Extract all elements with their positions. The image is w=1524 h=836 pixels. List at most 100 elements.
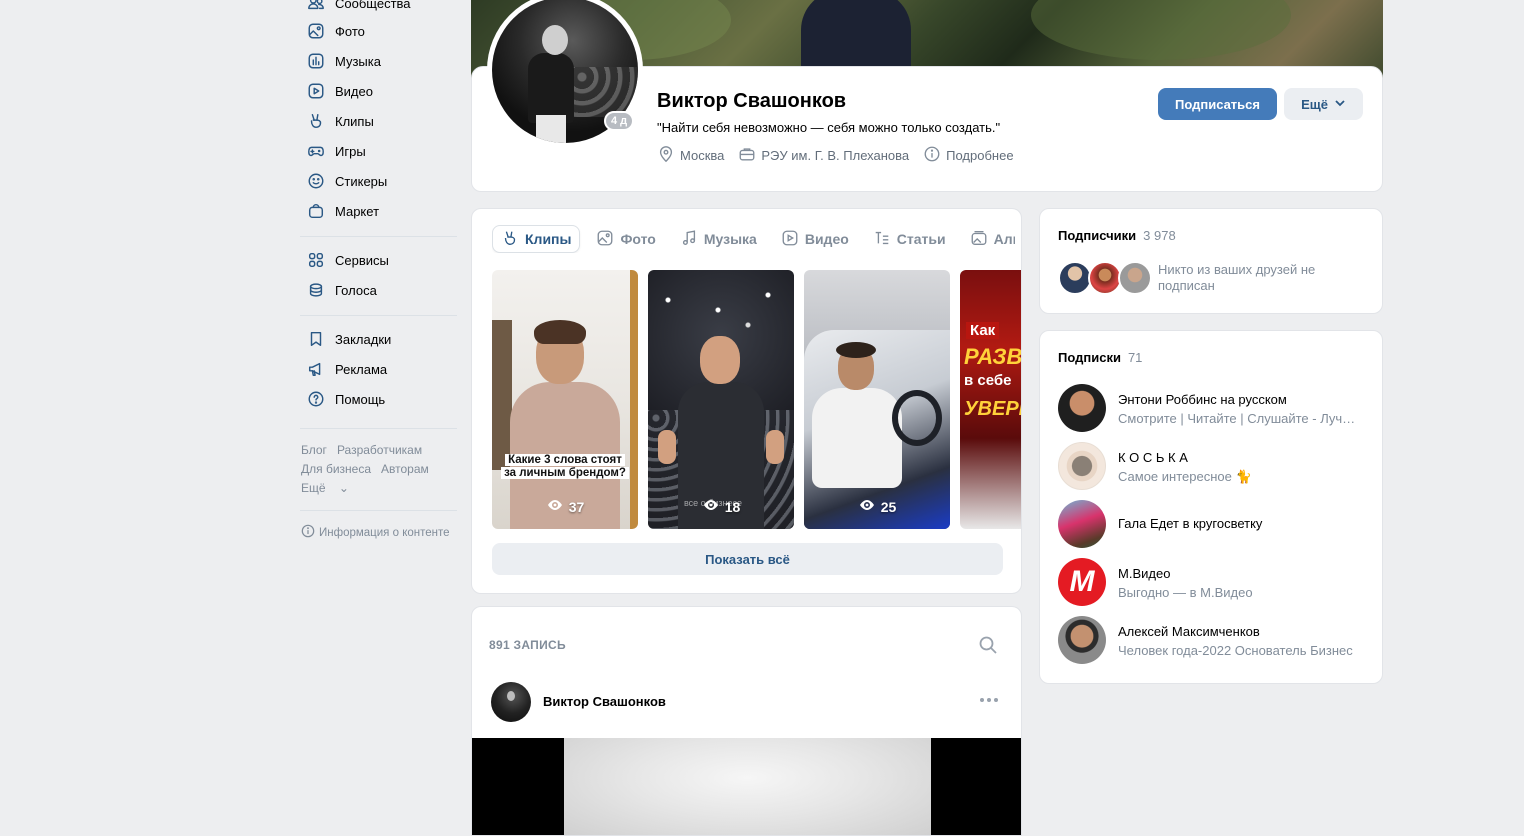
articles-icon <box>873 229 891 250</box>
tab-label: Альбомы <box>993 231 1015 247</box>
more-dots-icon[interactable] <box>980 698 998 702</box>
followings-card: Подписки 71 Энтони Роббинс на русском См… <box>1039 330 1383 684</box>
followers-title-label: Подписчики <box>1058 228 1137 243</box>
photo-icon <box>596 229 614 250</box>
footer-link-blog[interactable]: Блог <box>301 443 327 457</box>
list-item[interactable]: М М.Видео Выгодно — в М.Видео <box>1058 558 1364 606</box>
tab-music[interactable]: Музыка <box>672 225 765 253</box>
profile-meta: Москва РЭУ им. Г. В. Плеханова Подробнее <box>657 145 1014 166</box>
footer-link-business[interactable]: Для бизнеса <box>301 462 371 476</box>
communities-icon <box>306 0 326 13</box>
show-all-button[interactable]: Показать всё <box>492 543 1003 575</box>
sidebar-item-photo[interactable]: Фото <box>306 17 365 45</box>
bookmark-icon <box>306 329 326 349</box>
clip-views-count: 37 <box>568 498 585 515</box>
clip-views: 18 <box>648 498 794 515</box>
bag-icon <box>306 201 326 221</box>
tab-albums[interactable]: Альбомы <box>962 225 1015 253</box>
follower-avatar <box>1058 261 1092 295</box>
sidebar-divider <box>300 510 457 511</box>
tab-articles[interactable]: Статьи <box>865 225 954 253</box>
subscribe-button[interactable]: Подписаться <box>1158 88 1277 120</box>
sidebar-item-label: Стикеры <box>335 173 388 189</box>
group-avatar <box>1058 500 1106 548</box>
sidebar-item-services[interactable]: Сервисы <box>306 246 389 274</box>
content-info-label: Информация о контенте <box>319 526 450 539</box>
music-icon <box>306 51 326 71</box>
sidebar-item-help[interactable]: Помощь <box>306 385 385 413</box>
video-icon <box>781 229 799 250</box>
followers-note: Никто из ваших друзей не подписан <box>1158 262 1316 293</box>
info-icon <box>301 524 315 541</box>
briefcase-icon <box>738 145 756 166</box>
clip-thumbnail[interactable]: Как РАЗВИ в себе УВЕРЕН <box>960 270 1022 529</box>
clip-text: УВЕРЕН <box>964 398 1021 420</box>
list-item[interactable]: Гала Едет в кругосветку <box>1058 500 1364 548</box>
followers-card[interactable]: Подписчики 3 978 Никто из ваших друзей н… <box>1039 208 1383 314</box>
sidebar-item-music[interactable]: Музыка <box>306 47 381 75</box>
sidebar-item-bookmarks[interactable]: Закладки <box>306 325 391 353</box>
tab-label: Музыка <box>703 231 757 247</box>
tab-photo[interactable]: Фото <box>588 225 663 253</box>
eye-icon <box>702 498 720 515</box>
followings-title[interactable]: Подписки 71 <box>1058 350 1142 365</box>
info-icon <box>923 145 941 166</box>
user-name: Алексей Максимченков <box>1118 624 1260 639</box>
city-label: Москва <box>680 148 725 163</box>
list-item[interactable]: Энтони Роббинс на русском Смотрите | Чит… <box>1058 384 1364 432</box>
media-tabs: Клипы Фото Музыка Видео Статьи Альбомы <box>492 225 1015 253</box>
clip-thumbnail[interactable]: все о бизнесе 18 <box>648 270 794 529</box>
footer-link-more[interactable]: Ещё ⌄ <box>301 481 359 495</box>
sidebar-item-video[interactable]: Видео <box>306 77 373 105</box>
tab-video[interactable]: Видео <box>773 225 857 253</box>
sidebar-item-clips[interactable]: Клипы <box>306 107 374 135</box>
sidebar-item-label: Закладки <box>335 331 392 347</box>
more-button-label: Ещё <box>1301 96 1328 112</box>
clips-icon <box>501 229 519 250</box>
followings-title-label: Подписки <box>1058 350 1121 365</box>
group-name: К О С Ь К А <box>1118 450 1188 465</box>
smile-icon <box>306 171 326 191</box>
chevron-down-icon: ⌄ <box>338 481 349 495</box>
more-button[interactable]: Ещё <box>1284 88 1363 120</box>
footer-link-developers[interactable]: Разработчикам <box>337 443 422 457</box>
footer-link-authors[interactable]: Авторам <box>381 462 429 476</box>
photo-icon <box>306 21 326 41</box>
content-info-link[interactable]: Информация о контенте <box>301 524 450 541</box>
group-description: Самое интересное 🐈 <box>1118 469 1252 484</box>
chevron-down-icon <box>1334 97 1346 112</box>
tab-label: Статьи <box>896 231 946 247</box>
post-author-avatar[interactable] <box>491 682 531 722</box>
list-item[interactable]: К О С Ь К А Самое интересное 🐈 <box>1058 442 1364 490</box>
clip-thumbnail[interactable]: Какие 3 слова стоят за личным брендом? 3… <box>492 270 638 529</box>
search-icon[interactable] <box>978 635 1000 657</box>
sidebar-item-votes[interactable]: Голоса <box>306 276 377 304</box>
tab-label: Видео <box>804 231 849 247</box>
group-description: Смотрите | Читайте | Слушайте - Лучшее <box>1118 411 1362 426</box>
sidebar-item-ads[interactable]: Реклама <box>306 355 387 383</box>
sidebar-item-stickers[interactable]: Стикеры <box>306 167 387 195</box>
post-media[interactable] <box>472 738 1021 835</box>
post-author-name[interactable]: Виктор Свашонков <box>543 694 666 709</box>
user-avatar <box>1058 616 1106 664</box>
sidebar-item-market[interactable]: Маркет <box>306 197 379 225</box>
tab-clips[interactable]: Клипы <box>492 225 581 253</box>
profile-more-info[interactable]: Подробнее <box>923 145 1014 166</box>
sidebar-item-communities[interactable]: Сообщества <box>306 0 411 17</box>
sidebar-item-games[interactable]: Игры <box>306 137 366 165</box>
followers-count: 3 978 <box>1143 228 1176 243</box>
clip-text: РАЗВИ <box>964 344 1022 369</box>
clip-thumbnail[interactable]: 25 <box>804 270 950 529</box>
wall-post-count: 891 ЗАПИСЬ <box>489 638 566 652</box>
group-name: Гала Едет в кругосветку <box>1118 516 1263 531</box>
sidebar-item-label: Реклама <box>335 361 388 377</box>
sidebar-item-label: Клипы <box>335 113 374 129</box>
sidebar-divider <box>300 315 457 316</box>
sidebar-item-label: Сообщества <box>335 0 411 11</box>
eye-icon <box>546 498 564 515</box>
list-item[interactable]: Алексей Максимченков Человек года-2022 О… <box>1058 616 1364 664</box>
music-note-icon <box>680 229 698 250</box>
more-info-label: Подробнее <box>946 148 1014 163</box>
profile-status: "Найти себя невозможно — себя можно толь… <box>657 120 1001 135</box>
follower-avatar <box>1088 261 1122 295</box>
